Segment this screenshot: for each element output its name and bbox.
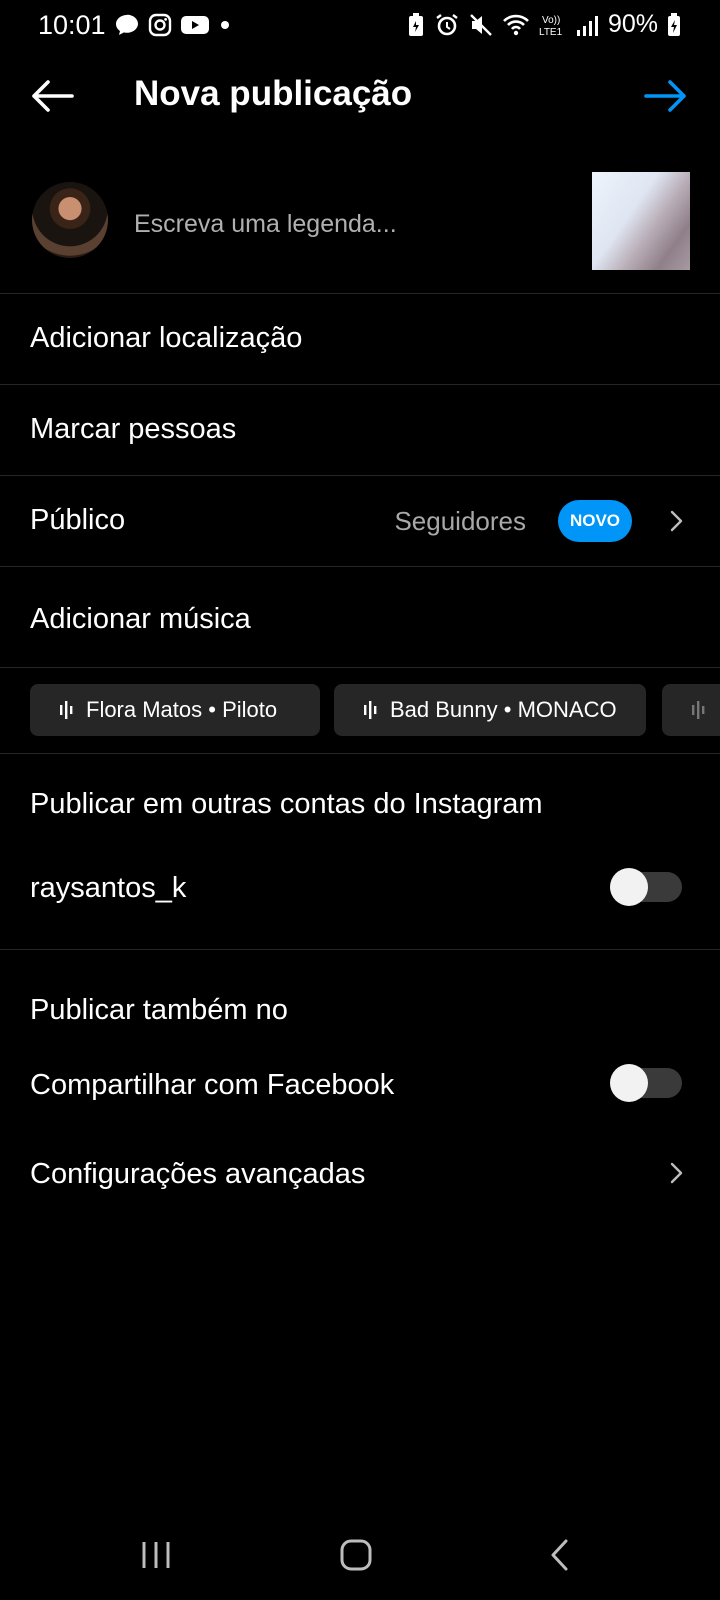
audio-wave-icon <box>60 701 73 719</box>
also-post-title: Publicar também no <box>30 994 288 1026</box>
signal-icon <box>576 15 598 36</box>
svg-text:Vo)): Vo)) <box>542 15 560 26</box>
back-nav-button[interactable] <box>530 1530 590 1580</box>
tag-people-row[interactable]: Marcar pessoas <box>0 385 720 476</box>
dot-icon <box>221 21 229 29</box>
music-chip[interactable]: Flora Matos • Piloto <box>30 684 320 736</box>
battery-icon <box>668 12 680 36</box>
account-toggle[interactable] <box>610 868 682 906</box>
music-chip-partial[interactable] <box>662 684 720 736</box>
status-time: 10:01 <box>38 10 106 40</box>
svg-text:LTE1: LTE1 <box>539 27 563 38</box>
music-suggestions: Flora Matos • Piloto Bad Bunny • MONACO <box>0 668 720 754</box>
facebook-toggle[interactable] <box>610 1064 682 1102</box>
chevron-right-icon <box>670 510 683 532</box>
battery-percentage: 90% <box>607 10 658 38</box>
audio-wave-icon <box>692 701 705 719</box>
recent-apps-button[interactable] <box>126 1530 186 1580</box>
recent-apps-icon <box>142 1542 170 1568</box>
youtube-icon <box>181 16 209 34</box>
alarm-icon <box>436 13 458 35</box>
instagram-icon <box>148 13 172 37</box>
other-accounts-section: Publicar em outras contas do Instagram r… <box>0 754 720 950</box>
advanced-settings-row[interactable]: Configurações avançadas <box>0 1130 720 1220</box>
music-chip-label: Flora Matos • Piloto <box>86 697 278 722</box>
account-name: raysantos_k <box>30 872 187 904</box>
home-button[interactable] <box>326 1530 386 1580</box>
audience-row[interactable]: Público Seguidores NOVO <box>0 476 720 567</box>
page-title: Nova publicação <box>134 74 413 113</box>
chevron-right-icon <box>670 1162 683 1184</box>
top-bar: Nova publicação <box>0 56 720 136</box>
facebook-share-label: Compartilhar com Facebook <box>30 1069 395 1101</box>
add-location-label: Adicionar localização <box>30 322 303 354</box>
add-music-label: Adicionar música <box>30 603 251 635</box>
back-button[interactable] <box>28 74 76 118</box>
toggle-knob <box>610 868 648 906</box>
arrow-left-icon <box>32 80 74 112</box>
arrow-right-icon <box>644 80 686 112</box>
volte-icon: Vo))LTE1 <box>539 15 563 38</box>
audio-wave-icon <box>364 701 377 719</box>
avatar <box>32 182 108 258</box>
next-button[interactable] <box>642 74 690 118</box>
chat-bubble-icon <box>116 14 138 35</box>
music-chip[interactable]: Bad Bunny • MONACO <box>334 684 646 736</box>
battery-saver-icon <box>408 12 423 36</box>
audience-value: Seguidores <box>394 506 526 536</box>
tag-people-label: Marcar pessoas <box>30 413 237 445</box>
home-icon <box>340 1539 372 1571</box>
advanced-settings-label: Configurações avançadas <box>30 1158 366 1190</box>
other-accounts-title: Publicar em outras contas do Instagram <box>30 788 543 820</box>
toggle-knob <box>610 1064 648 1102</box>
notification-icons <box>114 12 232 38</box>
status-bar: 10:01 Vo)) LTE1 90% <box>0 0 720 52</box>
add-location-row[interactable]: Adicionar localização <box>0 294 720 385</box>
system-icons: Vo)) LTE1 90% <box>406 10 682 39</box>
audience-label: Público <box>30 504 126 536</box>
mute-icon <box>470 13 492 36</box>
back-nav-icon <box>551 1539 568 1571</box>
caption-row <box>0 168 720 294</box>
music-chip-label: Bad Bunny • MONACO <box>390 697 617 722</box>
add-music-row[interactable]: Adicionar música <box>0 567 720 668</box>
caption-input[interactable] <box>134 204 554 244</box>
new-post-screen: 10:01 Vo)) LTE1 90% Nova publicação Escr… <box>0 0 720 1600</box>
new-badge: NOVO <box>558 500 632 542</box>
post-thumbnail[interactable] <box>592 172 690 270</box>
wifi-icon <box>503 14 529 35</box>
